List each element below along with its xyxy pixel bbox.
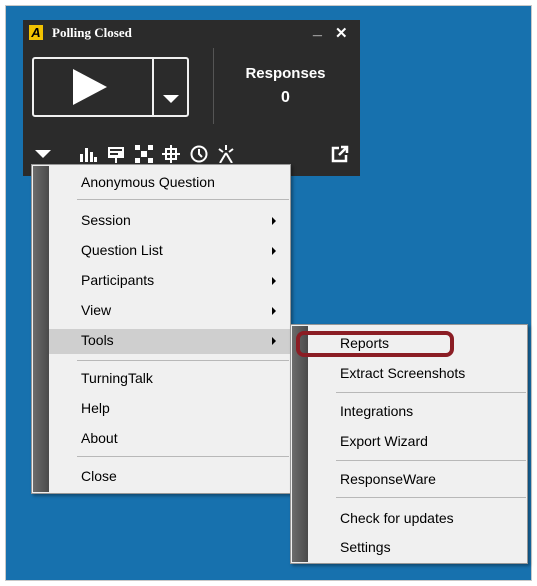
menu-icon-strip xyxy=(33,166,49,492)
submenu-item-label: Check for updates xyxy=(340,510,454,526)
submenu-item-label: Extract Screenshots xyxy=(340,365,466,381)
menu-separator xyxy=(336,497,526,498)
menu-item-turningtalk[interactable]: TurningTalk xyxy=(49,367,290,390)
popout-icon xyxy=(331,145,349,163)
menu-item-label: Question List xyxy=(81,242,163,258)
chevron-down-icon xyxy=(35,149,51,158)
menu-item-help[interactable]: Help xyxy=(49,397,290,420)
wand-icon xyxy=(218,145,234,163)
submenu-arrow-icon xyxy=(272,307,276,315)
menu-separator xyxy=(77,360,289,361)
wand-button[interactable] xyxy=(215,143,237,165)
menu-separator xyxy=(77,199,289,200)
submenu-item-extract-screenshots[interactable]: Extract Screenshots xyxy=(308,362,527,384)
menu-item-label: About xyxy=(81,430,118,446)
menu-item-label: Close xyxy=(81,468,117,484)
crosshair-icon xyxy=(162,145,180,163)
menu-item-participants[interactable]: Participants xyxy=(49,269,290,292)
menu-item-label: View xyxy=(81,302,112,318)
window-title: Polling Closed xyxy=(52,25,132,40)
bar-chart-icon xyxy=(80,148,97,162)
submenu-arrow-icon xyxy=(272,217,276,225)
menu-item-label: Session xyxy=(81,212,131,228)
presentation-icon xyxy=(108,146,124,163)
title-bar[interactable]: A Polling Closed _ ✕ xyxy=(23,20,360,48)
submenu-arrow-icon xyxy=(272,247,276,255)
divider xyxy=(213,48,214,124)
menu-separator xyxy=(336,392,526,393)
menu-separator xyxy=(77,456,289,457)
show-chart-button[interactable] xyxy=(77,143,99,165)
submenu-arrow-icon xyxy=(272,337,276,345)
responses-label: Responses xyxy=(245,65,326,82)
submenu-item-label: Export Wizard xyxy=(340,433,428,449)
menu-item-session[interactable]: Session xyxy=(49,209,290,232)
menu-item-label: Help xyxy=(81,400,110,416)
menu-item-label: Participants xyxy=(81,272,155,288)
app-logo-icon: A xyxy=(29,25,43,40)
menu-separator xyxy=(336,460,526,461)
polling-window: A Polling Closed _ ✕ Responses 0 xyxy=(23,20,360,176)
submenu-arrow-icon xyxy=(272,277,276,285)
chevron-down-icon xyxy=(163,95,179,103)
submenu-item-settings[interactable]: Settings xyxy=(308,536,527,558)
menu-icon-strip xyxy=(292,326,308,562)
grid-button[interactable] xyxy=(133,143,155,165)
submenu-item-check-for-updates[interactable]: Check for updates xyxy=(308,507,527,529)
close-button[interactable]: ✕ xyxy=(335,24,348,42)
start-polling-button[interactable] xyxy=(34,59,152,115)
submenu-item-label: Integrations xyxy=(340,403,414,419)
menu-item-view[interactable]: View xyxy=(49,299,290,322)
submenu-item-reports[interactable]: Reports xyxy=(308,332,527,354)
menu-item-label: TurningTalk xyxy=(81,370,153,386)
submenu-item-export-wizard[interactable]: Export Wizard xyxy=(308,430,527,452)
menu-item-question-list[interactable]: Question List xyxy=(49,239,290,262)
submenu-item-integrations[interactable]: Integrations xyxy=(308,400,527,422)
grid-icon xyxy=(135,145,153,163)
play-icon xyxy=(73,69,107,105)
polling-options-dropdown[interactable] xyxy=(154,59,187,115)
clock-icon xyxy=(190,145,208,163)
submenu-item-label: Settings xyxy=(340,539,391,555)
play-control xyxy=(32,57,189,117)
menu-item-anonymous-question[interactable]: Anonymous Question xyxy=(49,171,290,194)
menu-item-tools[interactable]: Tools xyxy=(49,329,290,354)
menu-item-label: Tools xyxy=(81,332,114,348)
timer-button[interactable] xyxy=(188,143,210,165)
submenu-item-responseware[interactable]: ResponseWare xyxy=(308,468,527,490)
tools-submenu: Reports Extract Screenshots Integrations… xyxy=(290,324,528,564)
responses-count: 0 xyxy=(281,89,290,106)
popout-button[interactable] xyxy=(329,143,351,165)
submenu-item-label: Reports xyxy=(340,335,390,351)
menu-item-close[interactable]: Close xyxy=(49,465,290,488)
main-dropdown-menu: Anonymous Question Session Question List… xyxy=(31,164,291,494)
presentation-button[interactable] xyxy=(105,143,127,165)
submenu-item-label: ResponseWare xyxy=(340,471,436,487)
minimize-button[interactable]: _ xyxy=(313,21,322,39)
menu-item-label: Anonymous Question xyxy=(81,174,215,190)
menu-item-about[interactable]: About xyxy=(49,427,290,450)
menu-dropdown-button[interactable] xyxy=(32,143,54,165)
crosshair-button[interactable] xyxy=(160,143,182,165)
